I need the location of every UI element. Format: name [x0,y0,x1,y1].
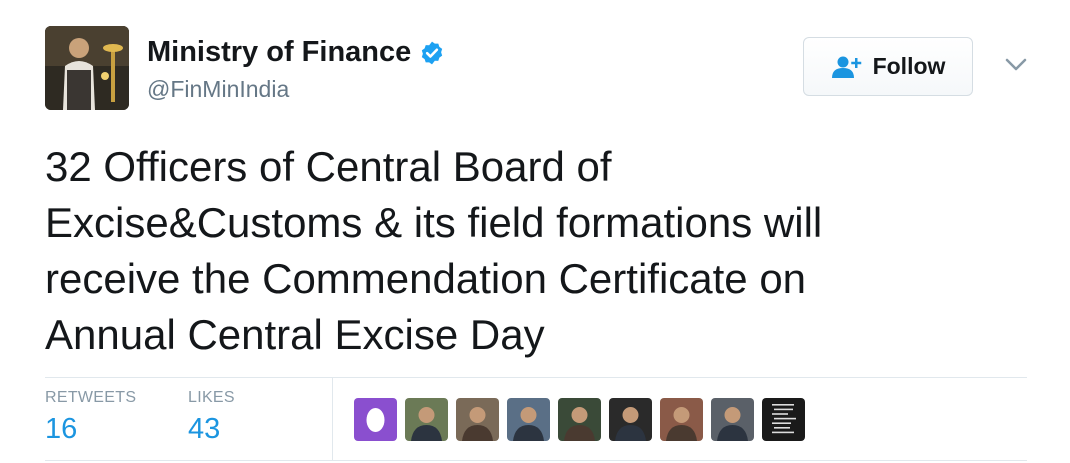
author-name[interactable]: Ministry of Finance [147,36,411,69]
retweets-label: RETWEETS [45,389,137,406]
stats-separator [332,378,333,460]
liker-avatar[interactable] [558,398,601,441]
tweet-line: receive the Commendation Certificate on [45,255,807,302]
follow-label: Follow [872,53,946,79]
tweet-line: 32 Officers of Central Board of [45,143,612,190]
likes-stat[interactable]: LIKES 43 [188,389,235,446]
egg-icon [366,408,385,432]
chevron-down-icon[interactable] [1004,57,1028,73]
liker-avatar[interactable] [354,398,397,441]
liker-avatar[interactable] [456,398,499,441]
tweet-text: 32 Officers of Central Board of Excise&C… [45,139,945,363]
likes-label: LIKES [188,389,235,406]
liker-avatar[interactable] [507,398,550,441]
author-avatar[interactable] [45,26,129,110]
retweets-count: 16 [45,413,78,445]
verified-badge-icon [422,41,443,64]
retweets-stat[interactable]: RETWEETS 16 [45,389,136,446]
stats-bottom-divider [45,460,1027,461]
tweet-line: Annual Central Excise Day [45,311,545,358]
liker-avatar[interactable] [405,398,448,441]
liker-avatar[interactable] [609,398,652,441]
liker-avatar[interactable] [711,398,754,441]
add-user-icon [831,56,861,78]
author-handle[interactable]: @FinMinIndia [147,76,289,103]
follow-button[interactable]: Follow [803,37,973,96]
liker-avatar[interactable] [660,398,703,441]
liker-avatar[interactable] [762,398,805,441]
likes-count: 43 [188,413,221,445]
likers-avatars [354,398,813,441]
tweet-line: Excise&Customs & its field formations wi… [45,199,823,246]
stats-top-divider [45,377,1027,378]
